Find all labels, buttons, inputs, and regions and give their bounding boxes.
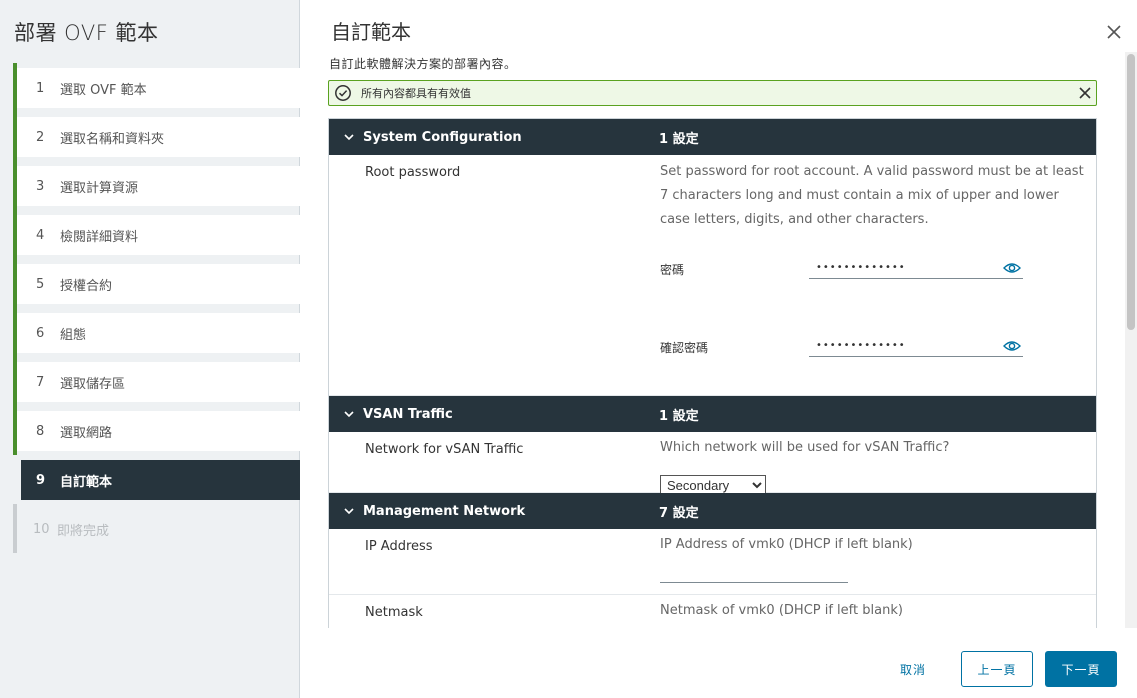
password-label: 密碼 bbox=[660, 263, 685, 277]
properties-list: System Configuration 1 設定 Root password … bbox=[328, 118, 1097, 628]
eye-icon[interactable] bbox=[1003, 261, 1021, 275]
ip-address-row: IP Address IP Address of vmk0 (DHCP if l… bbox=[329, 529, 1096, 595]
step-9-active[interactable]: 9 自訂範本 bbox=[21, 460, 300, 500]
step-2[interactable]: 2 選取名稱和資料夾 bbox=[13, 112, 300, 161]
step-progress-bar bbox=[13, 259, 17, 308]
step-progress-bar bbox=[13, 504, 17, 553]
step-label: 組態 bbox=[60, 327, 87, 343]
section-system-configuration[interactable]: System Configuration 1 設定 bbox=[329, 119, 1096, 155]
step-progress-bar bbox=[13, 308, 17, 357]
content-scrollbar[interactable] bbox=[1125, 52, 1137, 628]
root-password-row: Root password Set password for root acco… bbox=[329, 155, 1096, 396]
netmask-label: Netmask bbox=[365, 605, 423, 620]
check-circle-icon bbox=[335, 85, 351, 101]
step-number: 8 bbox=[36, 423, 45, 439]
step-number: 3 bbox=[36, 178, 45, 194]
step-label: 授權合約 bbox=[60, 278, 113, 294]
step-6[interactable]: 6 組態 bbox=[13, 308, 300, 357]
page-subtitle: 自訂此軟體解決方案的部署內容。 bbox=[329, 57, 517, 71]
step-1[interactable]: 1 選取 OVF 範本 bbox=[13, 63, 300, 112]
step-number: 4 bbox=[36, 227, 45, 243]
step-progress-bar bbox=[13, 210, 17, 259]
step-label: 選取儲存區 bbox=[60, 376, 126, 392]
step-number: 7 bbox=[36, 374, 45, 390]
step-number: 10 bbox=[33, 521, 50, 537]
step-5[interactable]: 5 授權合約 bbox=[13, 259, 300, 308]
confirm-password-field[interactable]: ••••••••••••• bbox=[809, 337, 1023, 357]
step-label: 即將完成 bbox=[57, 523, 110, 539]
cancel-button[interactable]: 取消 bbox=[893, 651, 933, 687]
step-label: 選取網路 bbox=[60, 425, 113, 441]
chevron-down-icon bbox=[344, 508, 354, 515]
step-progress-bar bbox=[13, 357, 17, 406]
back-button[interactable]: 上一頁 bbox=[961, 651, 1033, 687]
vsan-network-row: Network for vSAN Traffic Which network w… bbox=[329, 432, 1096, 496]
step-number: 5 bbox=[36, 276, 45, 292]
step-progress-bar bbox=[13, 161, 17, 210]
alert-close-icon[interactable] bbox=[1077, 85, 1093, 101]
netmask-description: Netmask of vmk0 (DHCP if left blank) bbox=[660, 603, 903, 618]
step-label: 選取名稱和資料夾 bbox=[60, 131, 165, 147]
step-label: 選取 OVF 範本 bbox=[60, 82, 147, 98]
step-label: 選取計算資源 bbox=[60, 180, 139, 196]
step-label: 檢閱詳細資料 bbox=[60, 229, 139, 245]
step-10: 10 即將完成 bbox=[13, 504, 300, 553]
step-progress-bar bbox=[13, 112, 17, 161]
confirm-password-value: ••••••••••••• bbox=[816, 340, 906, 351]
ip-address-label: IP Address bbox=[365, 539, 433, 554]
wizard-steps: 1 選取 OVF 範本 2 選取名稱和資料夾 3 選取計算資源 4 檢閱詳細資料 5 授權… bbox=[13, 63, 300, 558]
password-field[interactable]: ••••••••••••• bbox=[809, 259, 1023, 279]
step-progress-bar bbox=[13, 63, 17, 112]
netmask-row: Netmask Netmask of vmk0 (DHCP if left bl… bbox=[329, 595, 1096, 628]
vsan-network-description: Which network will be used for vSAN Traf… bbox=[660, 440, 950, 455]
vsan-network-label: Network for vSAN Traffic bbox=[365, 442, 524, 457]
step-number: 6 bbox=[36, 325, 45, 341]
step-number: 1 bbox=[36, 80, 45, 96]
step-label: 自訂範本 bbox=[60, 474, 113, 490]
scrollbar-thumb[interactable] bbox=[1127, 54, 1135, 330]
ip-address-input[interactable] bbox=[660, 563, 848, 583]
step-7[interactable]: 7 選取儲存區 bbox=[13, 357, 300, 406]
next-button[interactable]: 下一頁 bbox=[1045, 651, 1117, 687]
step-4[interactable]: 4 檢閱詳細資料 bbox=[13, 210, 300, 259]
section-count: 7 設定 bbox=[659, 505, 699, 521]
password-value: ••••••••••••• bbox=[816, 262, 906, 273]
success-alert: 所有內容都具有有效值 bbox=[328, 80, 1097, 106]
section-name: System Configuration bbox=[363, 129, 522, 145]
ip-address-description: IP Address of vmk0 (DHCP if left blank) bbox=[660, 537, 913, 552]
wizard-sidebar: 部署 OVF 範本 1 選取 OVF 範本 2 選取名稱和資料夾 3 選取計算資源 4… bbox=[0, 0, 300, 698]
page-title: 自訂範本 bbox=[331, 20, 411, 44]
wizard-title: 部署 OVF 範本 bbox=[14, 21, 159, 45]
chevron-down-icon bbox=[344, 411, 354, 418]
step-number: 9 bbox=[36, 472, 46, 488]
confirm-password-label: 確認密碼 bbox=[660, 341, 709, 355]
section-name: VSAN Traffic bbox=[363, 406, 453, 422]
root-password-description: Set password for root account. A valid p… bbox=[660, 164, 1084, 227]
step-number: 2 bbox=[36, 129, 45, 145]
close-icon[interactable] bbox=[1105, 23, 1123, 41]
section-vsan-traffic[interactable]: VSAN Traffic 1 設定 bbox=[329, 396, 1096, 432]
eye-icon[interactable] bbox=[1003, 339, 1021, 353]
root-password-label: Root password bbox=[365, 165, 461, 180]
main-panel: 自訂範本 自訂此軟體解決方案的部署內容。 所有內容都具有有效值 System C… bbox=[301, 0, 1137, 698]
section-count: 1 設定 bbox=[659, 131, 699, 147]
step-3[interactable]: 3 選取計算資源 bbox=[13, 161, 300, 210]
section-management-network[interactable]: Management Network 7 設定 bbox=[329, 493, 1096, 529]
step-progress-bar bbox=[13, 406, 17, 455]
alert-text: 所有內容都具有有效值 bbox=[361, 87, 471, 100]
section-count: 1 設定 bbox=[659, 408, 699, 424]
section-name: Management Network bbox=[363, 503, 526, 519]
step-8[interactable]: 8 選取網路 bbox=[13, 406, 300, 455]
chevron-down-icon bbox=[344, 134, 354, 141]
